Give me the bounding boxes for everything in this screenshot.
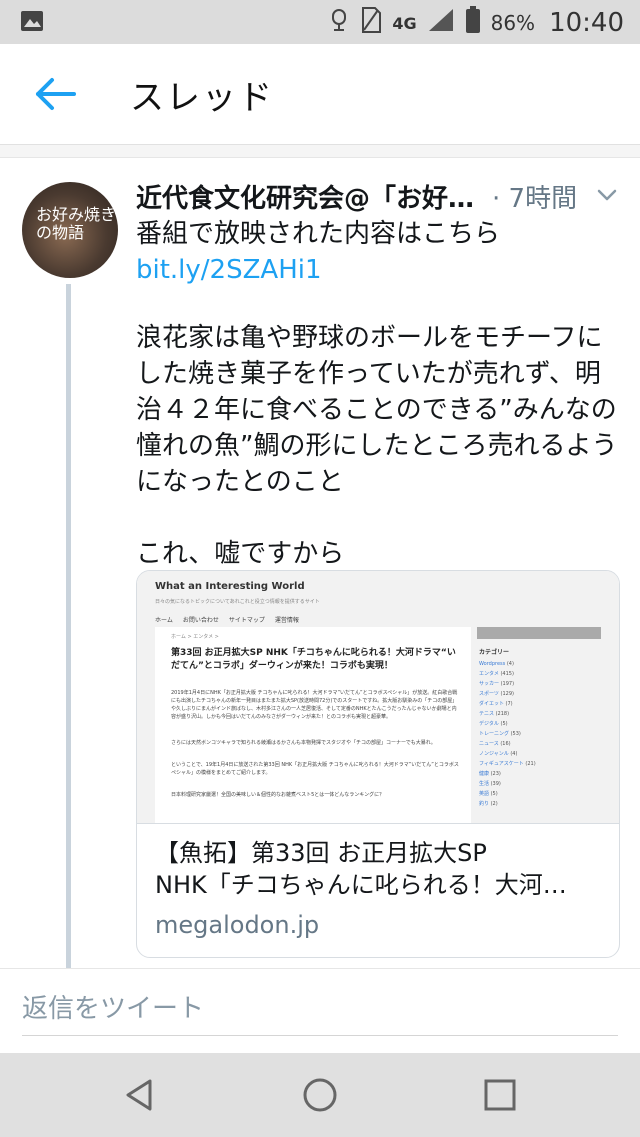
- tweet-link[interactable]: bit.ly/2SZAHi1: [136, 252, 626, 288]
- status-bar: 4G 86% 10:40: [0, 0, 640, 44]
- tweet-paragraph: 浪花家は亀や野球のボールをモチーフにした焼き菓子を作っていたが売れず、明治４２年…: [136, 323, 618, 497]
- category-item: 英語 (5): [479, 791, 498, 797]
- system-nav-bar: [0, 1053, 640, 1137]
- site-nav: ホーム お問い合わせ サイトマップ 運営情報: [155, 615, 299, 624]
- article-paragraph: 日本料理研究家厳選！全国の美味しい＆個性的なお雑煮ベスト5とは一体どんなランキン…: [171, 792, 385, 798]
- category-item: フィギュアスケート (21): [479, 761, 536, 767]
- reply-area: 返信をツイート: [0, 969, 640, 1053]
- network-type: 4G: [392, 13, 417, 33]
- tweet[interactable]: お好み焼きの物語 近代食文化研究会@「お好… · 7時間 番組で放映された内容は…: [0, 158, 640, 969]
- clock: 10:40: [549, 8, 624, 38]
- category-item: ダイエット (7): [479, 701, 513, 707]
- category-item: ノンジャンル (4): [479, 751, 518, 757]
- category-item: ニュース (16): [479, 741, 511, 747]
- site-title: What an Interesting World: [155, 581, 305, 592]
- card-preview-image: What an Interesting World 日々の気になるトピックについ…: [137, 571, 619, 824]
- alarm-icon: [328, 7, 350, 39]
- site-nav-item: お問い合わせ: [182, 617, 219, 624]
- link-card[interactable]: What an Interesting World 日々の気になるトピックについ…: [136, 570, 620, 958]
- category-item: トレーニング (53): [479, 731, 521, 737]
- back-arrow-icon[interactable]: [30, 70, 82, 118]
- image-icon: [20, 10, 44, 36]
- author-name[interactable]: 近代食文化研究会@「お好…: [136, 178, 474, 215]
- tweet-time: · 7時間: [492, 184, 578, 214]
- site-tagline: 日々の気になるトピックについてあれこれと役立つ情報を提供するサイト: [155, 599, 320, 605]
- category-list: Wordpress (4) エンタメ (415) サッカー (197) スポーツ…: [479, 659, 536, 809]
- category-item: 釣り (2): [479, 801, 498, 807]
- reply-input[interactable]: 返信をツイート: [22, 983, 618, 1036]
- card-domain: megalodon.jp: [155, 911, 320, 939]
- card-title: 【魚拓】第33回 お正月拡大SP NHK「チコちゃんに叱られる！大河…: [155, 837, 605, 901]
- category-item: スポーツ (129): [479, 691, 514, 697]
- site-nav-item: ホーム: [155, 617, 173, 624]
- thread-line: [66, 284, 71, 968]
- site-nav-item: 運営情報: [274, 617, 299, 624]
- article-content: ホーム > エンタメ > 第33回 お正月拡大SP NHK「チコちゃんに叱られる…: [155, 627, 471, 823]
- avatar-title: お好み焼きの物語: [36, 205, 117, 242]
- no-sim-icon: [360, 6, 382, 40]
- page-title: スレッド: [130, 78, 274, 118]
- article-title: 第33回 お正月拡大SP NHK「チコちゃんに叱られる！大河ドラマ“いだてん”と…: [171, 648, 456, 671]
- app-bar: スレッド: [0, 44, 640, 145]
- battery-percent: 86%: [490, 11, 536, 35]
- article-paragraph: さらには天然ボンコツキャラで知られる綾瀬はるかさんも本物発揮でスタジオや「チコの…: [171, 740, 436, 746]
- category-item: 生活 (39): [479, 781, 501, 787]
- article-paragraph: ということで、19年1月4日に放送された第33回 NHK「お正月拡大版 チコちゃ…: [171, 762, 459, 776]
- chevron-down-icon[interactable]: [594, 182, 620, 208]
- site-sidebar: カテゴリー Wordpress (4) エンタメ (415) サッカー (197…: [477, 627, 601, 823]
- tweet-paragraph-2: これ、嘘ですから: [136, 539, 345, 569]
- battery-icon: [465, 6, 481, 40]
- avatar-caption: [28, 188, 118, 198]
- category-item: デジタル (5): [479, 721, 508, 727]
- divider: [0, 145, 640, 158]
- category-item: エンタメ (415): [479, 671, 514, 677]
- nav-recents-icon[interactable]: [478, 1073, 522, 1117]
- signal-icon: [427, 7, 455, 39]
- card-title-line-2: NHK「チコちゃんに叱られる！大河…: [155, 871, 567, 899]
- search-box: [477, 627, 601, 639]
- tweet-text-line: 番組で放映された内容はこちら: [136, 219, 501, 249]
- category-item: 健康 (23): [479, 771, 501, 777]
- tweet-body: 近代食文化研究会@「お好… · 7時間 番組で放映された内容はこちら bit.l…: [136, 176, 626, 572]
- nav-back-icon[interactable]: [118, 1073, 162, 1117]
- sidebar-heading: カテゴリー: [479, 649, 510, 656]
- nav-home-icon[interactable]: [298, 1073, 342, 1117]
- site-nav-item: サイトマップ: [228, 617, 265, 624]
- article-paragraph: 2019年1月4日にNHK「お正月拡大版 チコちゃんに叱られる！大河ドラマ”いだ…: [171, 690, 458, 720]
- category-item: Wordpress (4): [479, 661, 514, 667]
- breadcrumb: ホーム > エンタメ >: [171, 634, 219, 640]
- category-item: テニス (218): [479, 711, 510, 717]
- card-title-line-1: 【魚拓】第33回 お正月拡大SP: [155, 839, 487, 867]
- category-item: サッカー (197): [479, 681, 515, 687]
- avatar[interactable]: お好み焼きの物語: [22, 182, 118, 278]
